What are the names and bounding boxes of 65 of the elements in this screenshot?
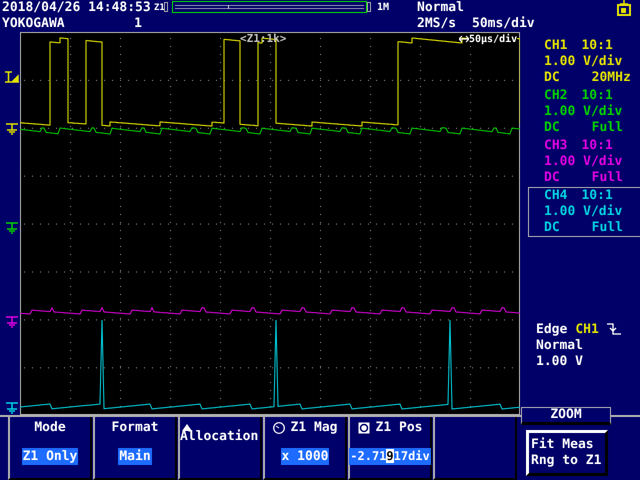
bandwidth-limit: 20MHz xyxy=(592,70,631,86)
vertical-scale: 1.00 V/div xyxy=(544,54,622,70)
channel-settings[interactable]: CH3 10:1 1.00 V/div DC Full xyxy=(528,137,640,187)
probe-ratio: 10:1 xyxy=(581,38,613,54)
channel-settings[interactable]: CH2 10:1 1.00 V/div DC Full xyxy=(528,87,640,137)
softkey-value: Main xyxy=(118,448,152,465)
probe-ratio: 10:1 xyxy=(581,188,613,204)
bandwidth-limit: Full xyxy=(592,220,623,236)
softkey[interactable]: Format Main xyxy=(93,417,177,480)
record-length: 1M xyxy=(376,1,390,15)
trigger-type: Edge xyxy=(536,322,568,338)
trigger-mode: Normal xyxy=(417,0,465,16)
knob-icon xyxy=(272,422,285,434)
coupling: DC xyxy=(544,70,560,86)
softkey-label: Z1 Mag xyxy=(290,420,338,435)
trigger-level-marker-icon xyxy=(5,71,19,83)
softkey-value: -2.71917div xyxy=(349,448,431,465)
softkey[interactable]: Mode Z1 Only xyxy=(8,417,92,480)
softkey-label: Allocation xyxy=(180,429,258,444)
softkey[interactable]: Z1 Pos -2.71917div xyxy=(348,417,432,480)
trigger-source: CH1 xyxy=(575,322,599,338)
zoom-timebase: 50μs/div xyxy=(469,34,518,46)
sample-rate: 2MS/s xyxy=(417,16,456,32)
channel-name: CH1 xyxy=(544,38,568,54)
channel-settings[interactable]: CH1 10:1 1.00 V/div DC 20MHz xyxy=(528,37,640,87)
zoom-bracket-icon xyxy=(367,2,371,12)
coupling: DC xyxy=(544,220,560,236)
softkey[interactable]: Z1 Mag x 1000 xyxy=(263,417,347,480)
channel-settings[interactable]: CH4 10:1 1.00 V/div DC Full xyxy=(528,187,640,237)
ground-marker-icon xyxy=(6,402,18,414)
ground-marker-icon xyxy=(6,222,18,234)
channel-name: CH3 xyxy=(544,138,568,154)
bandwidth-limit: Full xyxy=(592,170,623,186)
zoom-marker: Z1 xyxy=(154,2,164,15)
vertical-scale: 1.00 V/div xyxy=(544,204,622,220)
coupling: DC xyxy=(544,170,560,186)
softkey-label: Z1 Pos xyxy=(376,420,422,435)
date-time: 2018/04/26 14:48:53 xyxy=(2,0,152,16)
softkey-value: x 1000 xyxy=(280,448,330,465)
zoom-bracket-icon xyxy=(164,2,168,12)
double-arrow-icon xyxy=(459,35,469,43)
falling-edge-icon xyxy=(606,322,621,336)
trigger-mode-setting: Normal xyxy=(536,338,583,354)
ground-marker-icon xyxy=(6,316,18,328)
fit-measure-range-button[interactable]: Fit Meas Rng to Z1 xyxy=(526,430,608,476)
printer-icon xyxy=(617,0,631,16)
probe-ratio: 10:1 xyxy=(581,88,613,104)
vertical-scale: 1.00 V/div xyxy=(544,154,622,170)
softkey-label: Mode xyxy=(34,420,66,435)
ground-marker-icon xyxy=(6,123,18,135)
bandwidth-limit: Full xyxy=(592,120,623,136)
zoom-window-label: <Z1:1k> xyxy=(240,33,286,45)
push-knob-icon xyxy=(358,422,370,434)
probe-ratio: 10:1 xyxy=(581,138,613,154)
softkey-label: Format xyxy=(112,420,158,435)
acquisition-count: 1 xyxy=(134,16,142,32)
zoom-menu-title: ZOOM xyxy=(521,407,611,425)
channel-name: CH2 xyxy=(544,88,568,104)
timebase: 50ms/div xyxy=(472,16,535,32)
softkey-value: Z1 Only xyxy=(22,448,78,465)
vertical-scale: 1.00 V/div xyxy=(544,104,622,120)
trigger-level: 1.00 V xyxy=(536,354,583,370)
channel-name: CH4 xyxy=(544,188,568,204)
brand-name: YOKOGAWA xyxy=(2,16,65,32)
coupling: DC xyxy=(544,120,560,136)
